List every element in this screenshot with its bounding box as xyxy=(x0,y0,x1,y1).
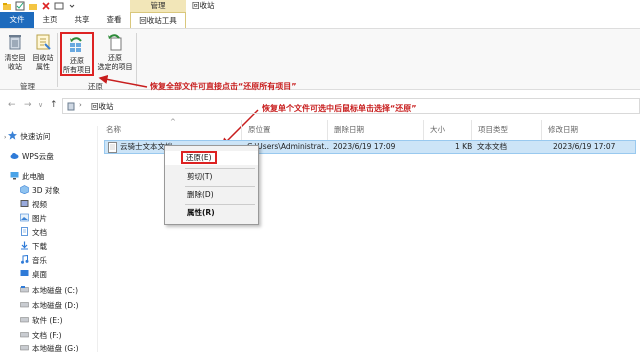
sidebar-item-videos[interactable]: 视频 xyxy=(20,198,47,212)
sidebar-item-music[interactable]: 音乐 xyxy=(20,254,47,268)
file-modified-date: 2023/6/19 17:07 xyxy=(553,142,616,151)
menu-item-cut[interactable]: 剪切(T) xyxy=(165,170,258,184)
sidebar-item-drive-c[interactable]: 本地磁盘 (C:) xyxy=(20,284,78,298)
recent-locations-chevron-icon[interactable]: ∨ xyxy=(38,101,43,109)
address-bar-row: ← → ∨ ↑ › 回收站 xyxy=(0,96,640,116)
expand-arrow-icon[interactable]: › xyxy=(4,134,6,141)
menu-item-restore[interactable]: 还原(E) xyxy=(165,151,258,165)
menu-separator xyxy=(185,204,255,205)
annotation-restore-all: 恢复全部文件可直接点击“还原所有项目” xyxy=(150,82,297,91)
picture-icon xyxy=(20,213,29,222)
column-header-location[interactable]: 原位置 xyxy=(242,120,328,140)
menu-separator xyxy=(185,168,255,169)
forward-arrow-icon[interactable]: → xyxy=(24,100,32,110)
music-icon xyxy=(20,254,29,264)
drive-icon xyxy=(20,343,29,352)
text-file-icon xyxy=(108,142,117,155)
sidebar-item-wps-cloud[interactable]: WPS云盘 xyxy=(10,150,54,164)
cube-icon xyxy=(20,185,29,195)
up-arrow-icon[interactable]: ↑ xyxy=(50,100,58,110)
sidebar-item-drive-f[interactable]: 文档 (F:) xyxy=(20,329,62,343)
column-header-name[interactable]: 名称 xyxy=(100,120,242,140)
file-deleted-date: 2023/6/19 17:09 xyxy=(333,142,396,151)
drive-icon xyxy=(20,330,29,339)
computer-icon xyxy=(10,171,19,180)
sidebar-item-pictures[interactable]: 图片 xyxy=(20,212,47,226)
breadcrumb-chevron-icon[interactable]: › xyxy=(79,101,82,109)
breadcrumb[interactable]: 回收站 xyxy=(91,101,114,112)
file-location: C:\Users\Administrat... xyxy=(247,142,329,151)
document-icon xyxy=(20,227,29,236)
column-header-type[interactable]: 项目类型 xyxy=(472,120,542,140)
sidebar-item-drive-d[interactable]: 本地磁盘 (D:) xyxy=(20,299,79,313)
drive-icon xyxy=(20,315,29,324)
desktop-icon xyxy=(20,269,29,278)
menu-item-properties[interactable]: 属性(R) xyxy=(165,206,258,220)
menu-separator xyxy=(185,186,255,187)
context-menu: 还原(E) 剪切(T) 删除(D) 属性(R) xyxy=(164,145,259,225)
drive-icon xyxy=(20,300,29,309)
star-icon xyxy=(8,131,18,140)
column-header-modified[interactable]: 修改日期 xyxy=(542,120,640,140)
sidebar-item-downloads[interactable]: 下载 xyxy=(20,240,47,254)
file-type: 文本文档 xyxy=(477,142,507,151)
column-header-deleted[interactable]: 删除日期 xyxy=(328,120,424,140)
recycle-bin-small-icon xyxy=(66,101,76,113)
sidebar-item-drive-g[interactable]: 本地磁盘 (G:) xyxy=(20,342,79,352)
download-icon xyxy=(20,241,29,250)
address-input[interactable]: › 回收站 xyxy=(62,98,640,114)
sidebar-item-3d-objects[interactable]: 3D 对象 xyxy=(20,184,60,198)
sidebar-item-drive-e[interactable]: 软件 (E:) xyxy=(20,314,63,328)
sidebar-item-quick-access[interactable]: › 快速访问 xyxy=(4,130,50,144)
sidebar-item-documents[interactable]: 文档 xyxy=(20,226,47,240)
menu-item-delete[interactable]: 删除(D) xyxy=(165,188,258,202)
drive-icon xyxy=(20,285,29,294)
restore-all-arrow xyxy=(98,74,148,88)
file-size: 1 KB xyxy=(455,142,473,151)
video-icon xyxy=(20,199,29,208)
back-arrow-icon[interactable]: ← xyxy=(8,100,16,110)
cloud-icon xyxy=(10,151,19,160)
sidebar-item-desktop[interactable]: 桌面 xyxy=(20,268,47,282)
sidebar-item-this-pc[interactable]: 此电脑 xyxy=(10,170,45,184)
column-header-size[interactable]: 大小 xyxy=(424,120,472,140)
navigation-pane: › 快速访问 WPS云盘 此电脑 3D 对象 视频 图片 文档 下载 音乐 桌面 … xyxy=(0,126,98,352)
